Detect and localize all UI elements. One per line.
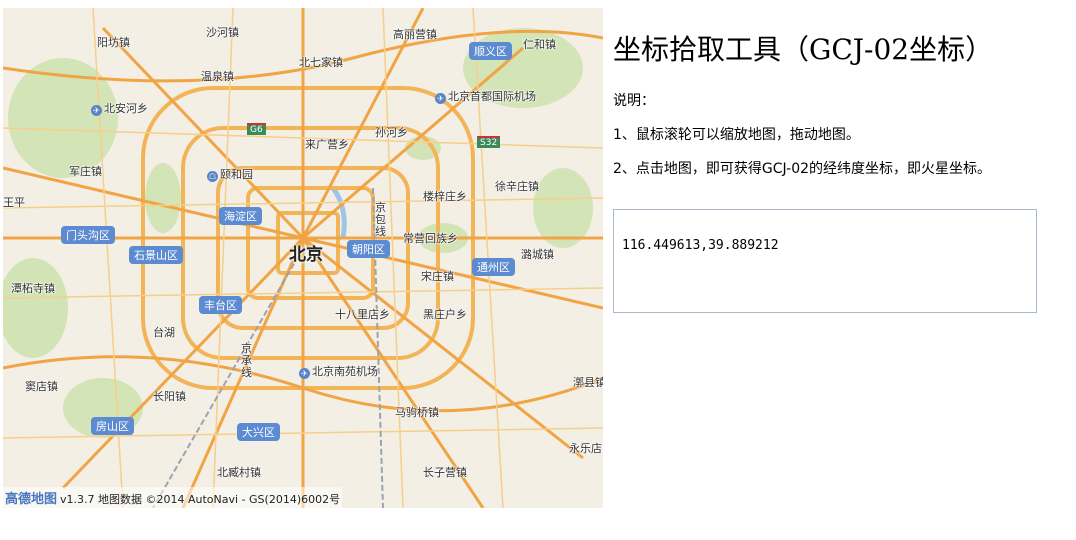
road-shield: G6 [247,123,266,135]
place-text: 北京首都国际机场 [448,90,536,103]
copyright-text: v1.3.7 地图数据 ©2014 AutoNavi - GS(2014)600… [60,493,341,506]
place-label: 潞城镇 [521,248,554,261]
district-badge-shijingshan: 石景山区 [129,246,183,264]
district-badge-daxing: 大兴区 [237,423,280,441]
place-label: 来广营乡 [305,138,349,151]
description-line-1: 1、鼠标滚轮可以缩放地图，拖动地图。 [613,127,860,143]
place-label: 北臧村镇 [217,466,261,479]
place-label: 十八里店乡 [335,308,390,321]
place-text: 颐和园 [220,168,253,181]
place-label: 仁和镇 [523,38,556,51]
place-label: 黑庄户乡 [423,308,467,321]
rail-label: 京包线 [375,201,386,238]
place-label: 马驹桥镇 [395,406,439,419]
place-label: 窦店镇 [25,380,58,393]
place-label: 永乐店 [569,442,602,455]
place-label: 北七家镇 [299,56,343,69]
map-canvas[interactable]: 北京 顺义区 海淀区 朝阳区 门头沟区 石景山区 通州区 丰台区 房山区 大兴区… [3,8,603,508]
city-label: 北京 [289,245,323,265]
place-text: 北安河乡 [104,102,148,115]
place-label: 徐辛庄镇 [495,180,539,193]
map-copyright: 高德地图 v1.3.7 地图数据 ©2014 AutoNavi - GS(2014… [3,487,343,508]
district-badge-chaoyang: 朝阳区 [347,240,390,258]
place-label: ☖ 颐和园 [207,166,253,182]
place-label: ✈ 北京南苑机场 [299,363,378,379]
place-label: 潭柘寺镇 [11,282,55,295]
place-label: 长子营镇 [423,466,467,479]
place-label: ✈ 北京首都国际机场 [435,88,536,104]
place-label: 长阳镇 [153,390,186,403]
place-label: 高丽营镇 [393,28,437,41]
district-badge-fangshan: 房山区 [91,417,134,435]
amap-logo[interactable]: 高德地图 [5,492,57,507]
district-badge-tongzhou: 通州区 [472,258,515,276]
place-label: 王平 [3,196,25,209]
place-label: 孙河乡 [375,126,408,139]
place-label: 漷县镇 [573,376,603,389]
rail-label: 京承线 [241,342,252,379]
district-badge-fengtai: 丰台区 [199,296,242,314]
place-label: 阳坊镇 [97,36,130,49]
place-label: 军庄镇 [69,165,102,178]
place-label: 楼梓庄乡 [423,190,467,203]
airport-icon: ✈ [91,105,102,116]
place-text: 北京南苑机场 [312,365,378,378]
place-label: ✈ 北安河乡 [91,100,148,116]
place-label: 宋庄镇 [421,270,454,283]
road-shield: S32 [477,136,501,148]
page-title: 坐标拾取工具（GCJ-02坐标） [613,33,994,66]
place-label: 常营回族乡 [403,232,458,245]
description-line-2: 2、点击地图，即可获得GCJ-02的经纬度坐标，即火星坐标。 [613,161,992,177]
place-label: 沙河镇 [206,26,239,39]
airport-icon: ✈ [435,93,446,104]
place-label: 温泉镇 [201,70,234,83]
description-heading: 说明： [613,93,655,109]
place-label: 台湖 [153,326,175,339]
district-badge-haidian: 海淀区 [219,207,262,225]
district-badge-mentougou: 门头沟区 [61,226,115,244]
airport-icon: ✈ [299,368,310,379]
coordinate-output[interactable]: 116.449613,39.889212 [613,209,1037,313]
district-badge-shunyi: 顺义区 [469,42,512,60]
landmark-icon: ☖ [207,171,218,182]
